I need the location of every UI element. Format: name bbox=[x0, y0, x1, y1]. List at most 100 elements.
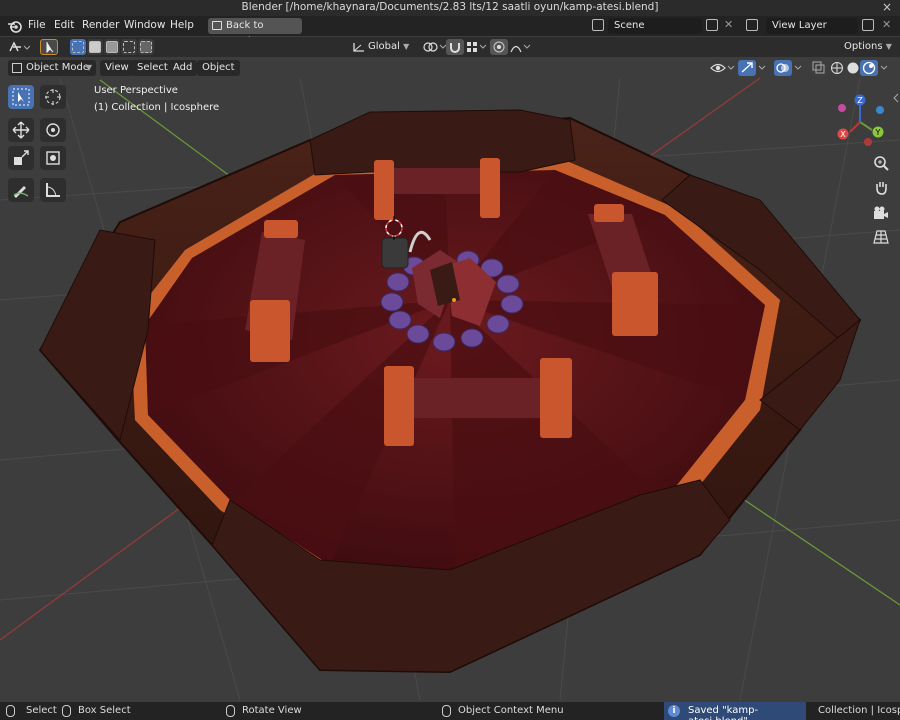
menu-render[interactable]: Render bbox=[82, 19, 119, 31]
move-tool[interactable] bbox=[8, 118, 34, 142]
select-intersect-icon bbox=[140, 41, 152, 53]
select-subtract-icon bbox=[106, 41, 118, 53]
zoom-button[interactable] bbox=[870, 152, 892, 174]
transform-orientation-icon bbox=[353, 43, 364, 52]
status-context-menu-label: Object Context Menu bbox=[458, 705, 564, 716]
remove-scene-icon[interactable]: ✕ bbox=[724, 18, 733, 31]
mouse-left-icon bbox=[6, 705, 15, 717]
chevron-down-icon: ▼ bbox=[403, 42, 410, 51]
status-select-label: Select bbox=[26, 705, 57, 716]
select-intersect-mode-button[interactable] bbox=[138, 39, 154, 55]
chevron-down-icon[interactable] bbox=[758, 62, 768, 74]
proportional-edit-icon bbox=[493, 41, 505, 53]
3d-viewport[interactable]: User Perspective (1) Collection | Icosph… bbox=[0, 78, 900, 700]
origin-point bbox=[452, 298, 456, 302]
gizmo-z-label: Z bbox=[857, 96, 863, 105]
3d-cursor-icon bbox=[45, 89, 61, 105]
blender-logo-icon[interactable] bbox=[6, 18, 24, 34]
visibility-eye-icon[interactable] bbox=[710, 61, 736, 75]
options-label: Options bbox=[844, 41, 883, 52]
collapse-chevron-icon[interactable] bbox=[892, 92, 900, 104]
select-extend-icon bbox=[89, 41, 101, 53]
hand-icon bbox=[876, 182, 887, 195]
rotate-tool[interactable] bbox=[40, 118, 66, 142]
object-mode-dropdown[interactable]: Object Mode ▼ bbox=[8, 60, 96, 76]
camera-view-button[interactable] bbox=[870, 202, 892, 224]
editor-type-icon[interactable] bbox=[8, 41, 30, 53]
scene-icon[interactable] bbox=[592, 19, 604, 31]
viewport-scene bbox=[0, 78, 900, 700]
select-new-mode-button[interactable] bbox=[70, 39, 86, 55]
status-rotate-view-label: Rotate View bbox=[242, 705, 302, 716]
options-dropdown[interactable]: Options ▼ bbox=[844, 39, 892, 55]
xray-toggle-icon[interactable] bbox=[812, 61, 826, 75]
gizmo-toggle-button[interactable] bbox=[738, 60, 756, 76]
view-layer-field[interactable]: View Layer bbox=[766, 18, 858, 34]
scale-tool[interactable] bbox=[8, 146, 34, 170]
menu-help[interactable]: Help bbox=[170, 19, 194, 31]
annotate-tool[interactable] bbox=[8, 178, 34, 202]
select-invert-mode-button[interactable] bbox=[121, 39, 137, 55]
view-menu[interactable]: View bbox=[100, 60, 134, 76]
solid-shading-icon[interactable] bbox=[846, 61, 860, 75]
material-preview-button[interactable] bbox=[860, 60, 878, 76]
remove-view-layer-icon[interactable]: ✕ bbox=[882, 18, 891, 31]
measure-ruler-icon bbox=[46, 183, 60, 197]
cursor-icon bbox=[46, 42, 54, 54]
top-menu-bar: File Edit Render Window Help Back to Pre… bbox=[0, 16, 900, 47]
saved-message: Saved "kamp-atesi.blend" bbox=[688, 705, 759, 720]
menu-file[interactable]: File bbox=[28, 19, 46, 31]
transform-icon bbox=[46, 151, 60, 165]
select-tool-button[interactable] bbox=[40, 39, 58, 55]
transform-orientation-dropdown[interactable]: Global ▼ bbox=[368, 39, 414, 55]
object-mode-label: Object Mode bbox=[26, 62, 89, 73]
falloff-icon[interactable] bbox=[510, 41, 532, 53]
select-subtract-mode-button[interactable] bbox=[104, 39, 120, 55]
wireframe-shading-icon[interactable] bbox=[830, 61, 844, 75]
material-preview-icon bbox=[862, 61, 876, 75]
cursor-tool[interactable] bbox=[40, 85, 66, 109]
tool-settings-header: Global ▼ Options ▼ bbox=[0, 37, 900, 57]
view-layer-icon[interactable] bbox=[746, 19, 758, 31]
overlay-icon bbox=[776, 63, 789, 73]
new-scene-icon[interactable] bbox=[706, 19, 718, 31]
select-box-tool[interactable] bbox=[8, 85, 34, 109]
cursor-icon bbox=[12, 88, 30, 106]
annotate-pencil-icon bbox=[13, 186, 29, 198]
select-menu[interactable]: Select bbox=[132, 60, 173, 76]
snap-toggle-button[interactable] bbox=[446, 39, 464, 55]
status-bar: Select Box Select Rotate View Object Con… bbox=[0, 702, 900, 720]
snap-target-icon[interactable] bbox=[466, 41, 488, 53]
transform-tool[interactable] bbox=[40, 146, 66, 170]
magnet-icon bbox=[450, 43, 460, 53]
back-to-previous-button[interactable]: Back to Previous bbox=[208, 18, 302, 47]
title-bar: Blender [/home/khaynara/Documents/2.83 l… bbox=[0, 0, 900, 16]
add-menu[interactable]: Add bbox=[168, 60, 198, 76]
pan-button[interactable] bbox=[870, 176, 892, 198]
saved-notification[interactable]: i Saved "kamp-atesi.blend" bbox=[664, 702, 806, 720]
window-title: Blender [/home/khaynara/Documents/2.83 l… bbox=[241, 1, 659, 13]
chevron-down-icon: ▼ bbox=[885, 42, 892, 51]
menu-window[interactable]: Window bbox=[124, 19, 165, 31]
collection-label: (1) Collection | Icosphere bbox=[94, 102, 220, 113]
transform-orientation-label: Global bbox=[368, 41, 400, 52]
proportional-edit-button[interactable] bbox=[490, 39, 508, 55]
gizmo-y-label: Y bbox=[875, 128, 881, 137]
pivot-point-icon[interactable] bbox=[420, 41, 448, 53]
measure-tool[interactable] bbox=[40, 178, 66, 202]
perspective-toggle-button[interactable] bbox=[870, 226, 892, 248]
scene-field[interactable]: Scene bbox=[608, 18, 702, 34]
chevron-down-icon[interactable] bbox=[794, 62, 804, 74]
overlay-toggle-button[interactable] bbox=[774, 60, 792, 76]
new-view-layer-icon[interactable] bbox=[862, 19, 874, 31]
chevron-down-icon: ▼ bbox=[85, 63, 92, 72]
object-menu[interactable]: Object bbox=[197, 60, 240, 76]
select-extend-mode-button[interactable] bbox=[87, 39, 103, 55]
viewport-header: Object Mode ▼ View Select Add Object bbox=[0, 58, 900, 78]
chevron-down-icon[interactable] bbox=[880, 62, 890, 74]
navigation-gizmo[interactable]: X Y Z bbox=[832, 92, 888, 148]
window-close-button[interactable]: × bbox=[882, 0, 892, 14]
grid-perspective-icon bbox=[873, 230, 889, 244]
mouse-middle-icon bbox=[226, 705, 235, 717]
menu-edit[interactable]: Edit bbox=[54, 19, 74, 31]
